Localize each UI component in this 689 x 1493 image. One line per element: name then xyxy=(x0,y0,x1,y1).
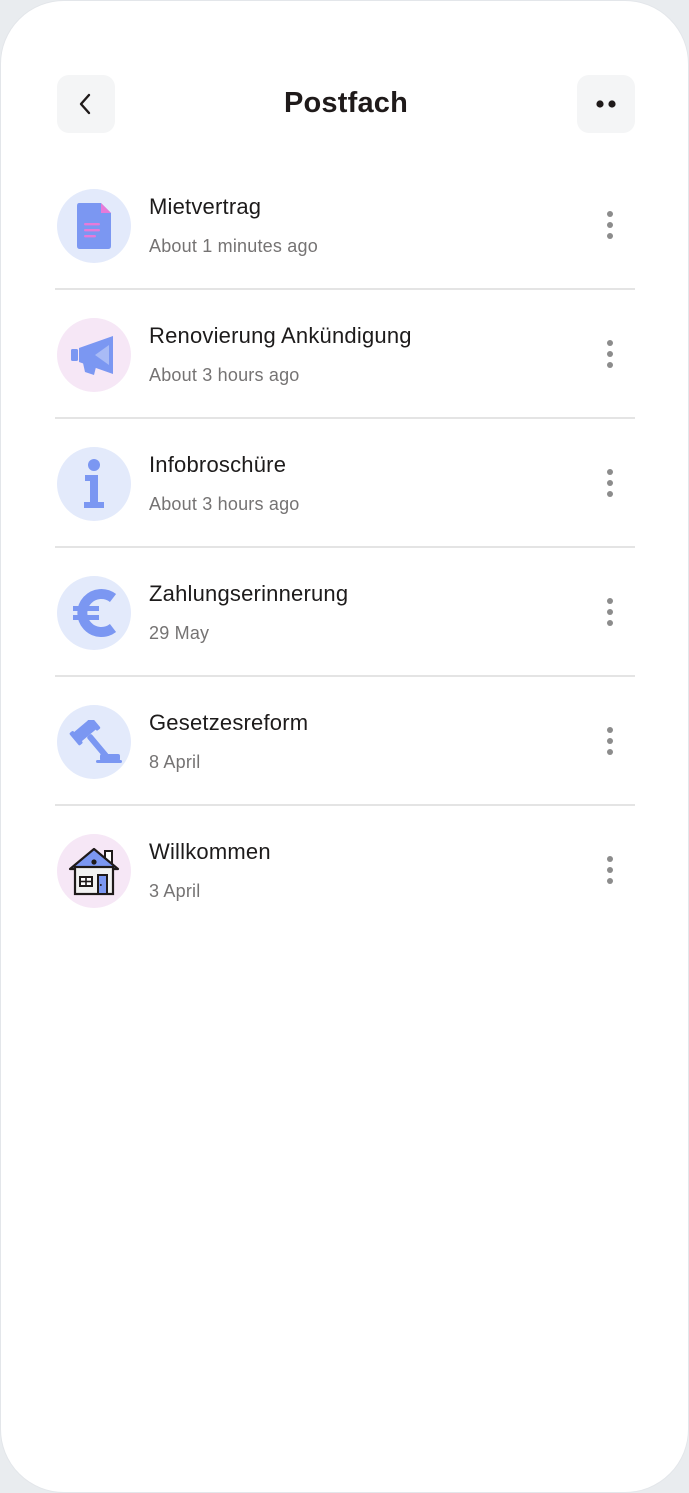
list-item[interactable]: Mietvertrag About 1 minutes ago xyxy=(55,161,635,290)
avatar xyxy=(57,189,131,263)
message-time: 8 April xyxy=(149,752,201,772)
item-menu-button[interactable] xyxy=(601,340,619,368)
message-title: Infobroschüre xyxy=(149,452,287,477)
message-time: 29 May xyxy=(149,623,210,643)
message-time: About 3 hours ago xyxy=(149,365,300,385)
house-icon xyxy=(68,847,120,896)
list-item[interactable]: Willkommen 3 April xyxy=(55,806,635,933)
list-item[interactable]: Gesetzesreform 8 April xyxy=(55,677,635,806)
message-time: 3 April xyxy=(149,881,201,901)
message-title: Mietvertrag xyxy=(149,194,262,219)
header: Postfach xyxy=(57,75,635,133)
megaphone-icon xyxy=(71,336,113,375)
item-menu-button[interactable] xyxy=(601,469,619,497)
more-options-button[interactable] xyxy=(577,75,635,133)
avatar xyxy=(57,834,131,908)
avatar xyxy=(57,576,131,650)
message-time: About 1 minutes ago xyxy=(149,236,318,256)
avatar xyxy=(57,318,131,392)
item-menu-button[interactable] xyxy=(601,598,619,626)
avatar xyxy=(57,705,131,779)
gavel-icon xyxy=(69,720,122,763)
message-title: Zahlungserinnerung xyxy=(149,581,349,606)
phone-screen: Postfach Mietvertrag About 1 minutes ago xyxy=(0,0,689,1493)
list-item[interactable]: Renovierung Ankündigung About 3 hours ag… xyxy=(55,290,635,419)
more-dots-icon xyxy=(596,100,616,108)
item-menu-button[interactable] xyxy=(601,727,619,755)
info-icon xyxy=(84,459,104,508)
page-title: Postfach xyxy=(283,87,409,119)
euro-icon xyxy=(73,589,117,637)
item-menu-button[interactable] xyxy=(601,856,619,884)
item-menu-button[interactable] xyxy=(601,211,619,239)
message-title: Renovierung Ankündigung xyxy=(149,323,412,348)
avatar xyxy=(57,447,131,521)
message-list: Mietvertrag About 1 minutes ago Renovier… xyxy=(55,161,635,933)
message-time: About 3 hours ago xyxy=(149,494,300,514)
list-item[interactable]: Infobroschüre About 3 hours ago xyxy=(55,419,635,548)
document-icon xyxy=(77,203,111,249)
message-title: Willkommen xyxy=(149,839,271,864)
list-item[interactable]: Zahlungserinnerung 29 May xyxy=(55,548,635,677)
message-title: Gesetzesreform xyxy=(149,710,309,735)
